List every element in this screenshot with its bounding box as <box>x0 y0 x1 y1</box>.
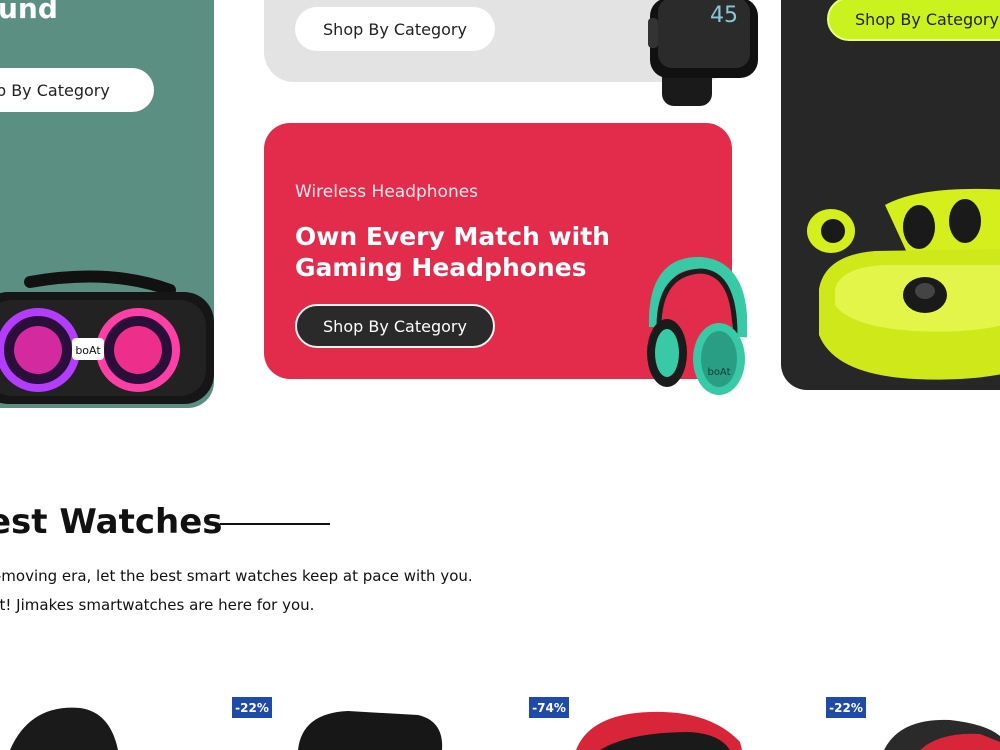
product-image-watch-2[interactable] <box>288 707 448 750</box>
speaker-card-heading: und <box>0 0 58 25</box>
shop-by-category-button-headphones[interactable]: Shop By Category <box>295 304 495 348</box>
headphones-promo-card: Wireless Headphones Own Every Match with… <box>264 123 747 395</box>
section-description-line-2: ht! Jimakes smartwatches are here for yo… <box>0 596 315 614</box>
product-image-watch-4[interactable] <box>880 716 1000 750</box>
section-description-line-1: t-moving era, let the best smart watches… <box>0 567 473 585</box>
smartwatch-image: 45 <box>648 0 758 106</box>
product-image-watch-3[interactable] <box>570 708 750 750</box>
discount-badge: -22% <box>826 697 866 718</box>
shop-by-category-button-earbuds[interactable]: Shop By Category <box>827 0 1000 41</box>
shop-by-category-button-speaker[interactable]: op By Category <box>0 68 154 112</box>
headphones-image: boAt <box>647 257 747 395</box>
title-divider <box>220 523 330 525</box>
speaker-promo-card: und op By Category boAt <box>0 0 214 408</box>
speaker-image: boAt <box>0 270 214 404</box>
watch-promo-card: Shop By Category 45 <box>264 0 758 106</box>
earbuds-image <box>807 188 1000 380</box>
watch-time: 45 <box>710 3 738 28</box>
speaker-logo: boAt <box>75 344 101 357</box>
discount-badge: -74% <box>529 697 569 718</box>
headphones-logo: boAt <box>707 367 730 378</box>
discount-badge: -22% <box>232 697 272 718</box>
shop-by-category-button-watch[interactable]: Shop By Category <box>295 7 495 51</box>
section-title: est Watches <box>0 502 223 542</box>
headphones-card-title: Own Every Match with Gaming Headphones <box>295 222 610 282</box>
product-image-watch-1[interactable] <box>0 700 130 750</box>
earbuds-promo-card: Shop By Category <box>781 0 1000 390</box>
headphones-card-subtitle: Wireless Headphones <box>295 182 479 202</box>
